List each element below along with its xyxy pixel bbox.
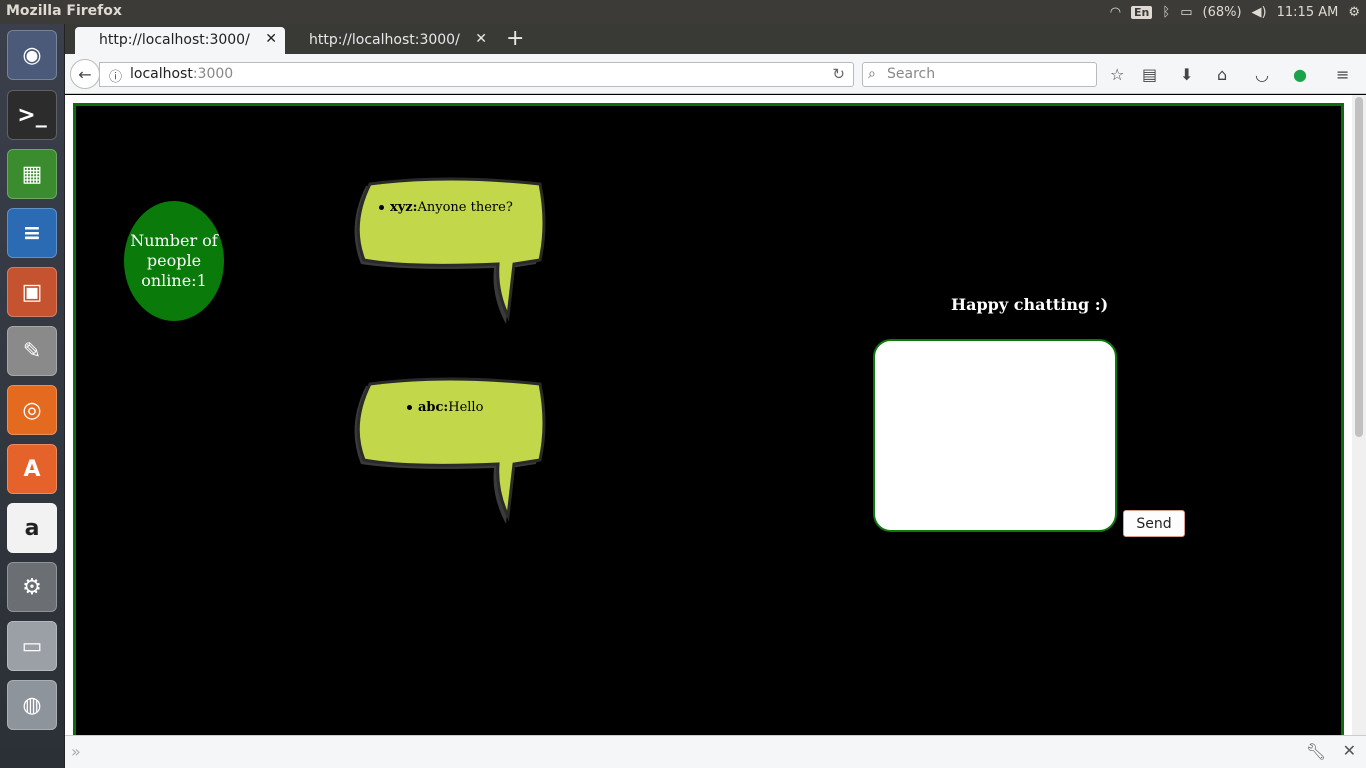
- new-tab-plus-icon[interactable]: +: [506, 26, 524, 51]
- message-text: Anyone there?: [417, 200, 513, 215]
- search-placeholder: Search: [887, 66, 936, 82]
- chat-message-bubble: xyz:Anyone there?: [346, 176, 546, 326]
- reading-list-icon[interactable]: ▤: [1142, 65, 1157, 84]
- wifi-icon[interactable]: ◠: [1110, 5, 1121, 20]
- scrollbar-thumb[interactable]: [1355, 97, 1363, 437]
- close-tab-icon[interactable]: ✕: [265, 31, 277, 47]
- chat-message: xyz:Anyone there?: [379, 200, 513, 215]
- bookmark-star-icon[interactable]: ☆: [1110, 65, 1124, 84]
- search-icon: ⌕: [868, 66, 876, 82]
- url-host: localhost: [130, 66, 193, 82]
- system-settings-icon[interactable]: ⚙: [7, 562, 57, 612]
- battery-percent[interactable]: (68%): [1203, 5, 1242, 20]
- firefox-icon[interactable]: ◎: [7, 385, 57, 435]
- system-top-bar: Mozilla Firefox ◠ En ᛒ ▭ (68%) ◀) 11:15 …: [0, 0, 1366, 24]
- bluetooth-icon[interactable]: ᛒ: [1162, 5, 1170, 20]
- tab-title: http://localhost:3000/: [309, 32, 460, 48]
- tab-localhost[interactable]: http://localhost:3000/ ✕: [285, 27, 495, 54]
- software-center-icon[interactable]: A: [7, 444, 57, 494]
- chat-heading: Happy chatting :): [951, 295, 1109, 314]
- online-count-badge: Number of people online:1: [124, 201, 224, 321]
- bullet-icon: [407, 405, 412, 410]
- system-tray: ◠ En ᛒ ▭ (68%) ◀) 11:15 AM ⚙: [1110, 0, 1360, 24]
- back-button[interactable]: ←: [70, 59, 100, 89]
- chat-message-bubble: abc:Hello: [346, 376, 546, 526]
- tab-strip: http://localhost:3000/ ✕ http://localhos…: [65, 24, 1366, 54]
- message-user: abc:: [418, 400, 449, 415]
- close-icon[interactable]: ✕: [1343, 741, 1356, 760]
- url-port: :3000: [192, 66, 234, 82]
- impress-icon[interactable]: ▣: [7, 267, 57, 317]
- writer-icon[interactable]: ≡: [7, 208, 57, 258]
- battery-icon[interactable]: ▭: [1180, 5, 1192, 20]
- arrow-left-icon: ←: [78, 64, 92, 84]
- chat-page-frame: Number of people online:1 xyz:Anyone the…: [73, 103, 1344, 743]
- bullet-icon: [379, 205, 384, 210]
- site-info-icon[interactable]: ⓘ: [109, 66, 122, 85]
- download-icon[interactable]: ⬇: [1180, 65, 1193, 84]
- chevron-right-icon[interactable]: »: [71, 742, 81, 761]
- message-user: xyz:: [390, 200, 418, 215]
- chat-message-input[interactable]: [873, 339, 1117, 532]
- page-scrollbar[interactable]: [1352, 95, 1366, 735]
- grammarly-icon[interactable]: ●: [1293, 65, 1307, 84]
- tab-localhost-active[interactable]: http://localhost:3000/ ✕: [75, 27, 285, 54]
- url-bar[interactable]: ⓘ localhost:3000 ↻: [99, 62, 854, 87]
- message-text: Hello: [448, 400, 484, 415]
- home-icon[interactable]: ⌂: [1217, 65, 1227, 84]
- send-button[interactable]: Send: [1123, 510, 1185, 537]
- speech-bubble-shape: [354, 377, 546, 524]
- search-input[interactable]: ⌕ Search: [862, 62, 1097, 87]
- clock[interactable]: 11:15 AM: [1277, 5, 1339, 20]
- tab-title: http://localhost:3000/: [99, 32, 250, 48]
- hamburger-menu-icon[interactable]: ≡: [1336, 65, 1349, 84]
- unity-launcher: ◉ >_ ▦ ≡ ▣ ✎ ◎ Aa ⚙ ▭ ◍: [0, 24, 65, 768]
- keyboard-layout-indicator[interactable]: En: [1131, 5, 1153, 19]
- dvd-icon[interactable]: ◍: [7, 680, 57, 730]
- drive-icon[interactable]: ▭: [7, 621, 57, 671]
- terminal-icon[interactable]: >_: [7, 90, 57, 140]
- text-editor-icon[interactable]: ✎: [7, 326, 57, 376]
- speech-bubble-shape: [354, 177, 546, 324]
- system-settings-gear-icon[interactable]: ⚙: [1348, 5, 1360, 20]
- reload-icon[interactable]: ↻: [832, 65, 845, 83]
- spreadsheet-icon[interactable]: ▦: [7, 149, 57, 199]
- pocket-icon[interactable]: ◡: [1255, 65, 1269, 84]
- active-app-title: Mozilla Firefox: [6, 3, 122, 19]
- navigation-toolbar: ← ⓘ localhost:3000 ↻ ⌕ Search ☆ ▤ ⬇ ⌂ ◡ …: [65, 54, 1366, 94]
- close-tab-icon[interactable]: ✕: [475, 31, 487, 47]
- volume-icon[interactable]: ◀): [1252, 5, 1267, 20]
- ubuntu-dash-icon[interactable]: ◉: [7, 30, 57, 80]
- wrench-icon[interactable]: 🔧︎: [1306, 742, 1326, 761]
- chat-message: abc:Hello: [407, 400, 483, 415]
- web-page-viewport: Number of people online:1 xyz:Anyone the…: [65, 95, 1352, 743]
- amazon-icon[interactable]: a: [7, 503, 57, 553]
- addon-bar: » 🔧︎ ✕: [65, 735, 1366, 768]
- firefox-window: http://localhost:3000/ ✕ http://localhos…: [65, 24, 1366, 768]
